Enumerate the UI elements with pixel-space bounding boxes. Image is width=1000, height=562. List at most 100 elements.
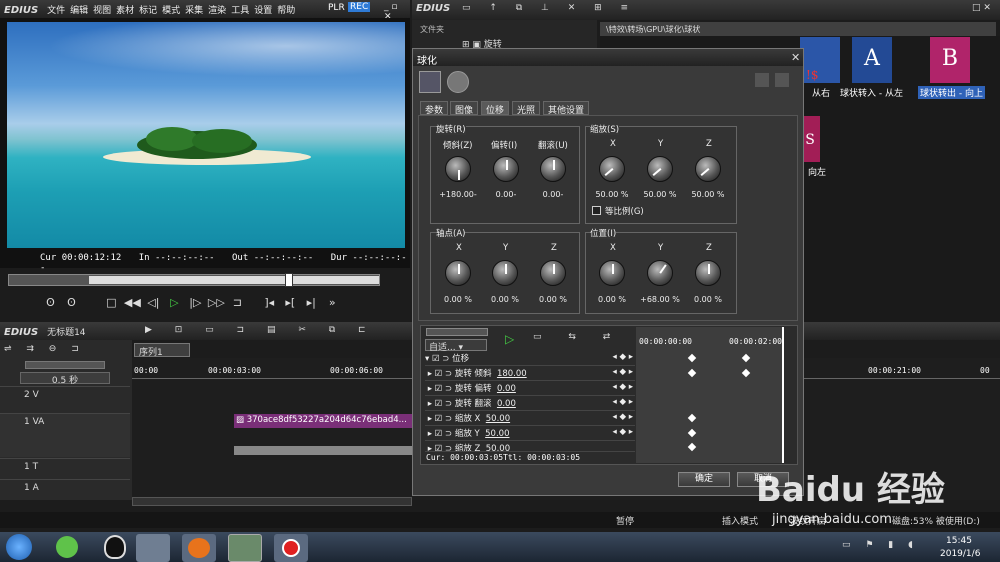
- fx-thumb-from-right[interactable]: !$: [800, 37, 840, 83]
- replace-icon[interactable]: ▸|: [303, 296, 320, 310]
- taskbar-qq-icon[interactable]: [104, 535, 126, 559]
- menu-file[interactable]: 文件: [47, 6, 65, 16]
- tab-lighting[interactable]: 光照: [512, 101, 541, 116]
- position-title: 位置(I): [590, 227, 617, 239]
- kf-zoom-slider[interactable]: [426, 328, 488, 336]
- menu-render[interactable]: 渲染: [208, 6, 226, 16]
- menu-tools[interactable]: 工具: [231, 6, 249, 16]
- fx-thumb-sphere-in-left[interactable]: A: [852, 37, 892, 83]
- cur-timecode: 00:00:12:12: [61, 253, 122, 263]
- fx-label-to-left: 向左: [808, 168, 827, 178]
- dialog-close-icon[interactable]: ✕: [791, 51, 800, 64]
- tab-other-settings[interactable]: 其他设置: [543, 101, 590, 116]
- plr-button[interactable]: PLR: [328, 3, 345, 13]
- menu-settings[interactable]: 设置: [254, 6, 272, 16]
- timeline-scrollbar[interactable]: [132, 497, 412, 506]
- track-tool-icons[interactable]: ⇌ ⇉ ⊖ ⊐: [4, 344, 85, 354]
- kf-row-tilt[interactable]: ▸ ☑ ⊃ 旋转 倾斜 180.00 ◂ ◆ ▸: [425, 367, 635, 381]
- play-icon[interactable]: ▷: [166, 296, 183, 310]
- tab-position[interactable]: 位移: [481, 101, 510, 116]
- pivot-y-knob[interactable]: [492, 260, 518, 286]
- taskbar-360-icon[interactable]: [56, 536, 78, 558]
- track-header-2v[interactable]: 2 V: [0, 386, 130, 412]
- taskbar-edius-icon[interactable]: [228, 534, 262, 562]
- sphere-preset-icon[interactable]: [447, 71, 469, 93]
- tray-time[interactable]: 15:45: [946, 536, 972, 546]
- kf-row-scale-x[interactable]: ▸ ☑ ⊃ 缩放 X 50.00 ◂ ◆ ▸: [425, 412, 635, 426]
- palette-icon[interactable]: [419, 71, 441, 93]
- fast-forward-icon[interactable]: ▷▷: [208, 296, 225, 310]
- rec-button[interactable]: REC: [348, 2, 371, 12]
- step-back-icon[interactable]: ◁|: [145, 296, 162, 310]
- pos-x-knob[interactable]: [599, 260, 625, 286]
- dialog-title: 球化: [417, 56, 437, 67]
- edius-logo: EDIUS: [4, 5, 39, 16]
- zoom-slider[interactable]: [25, 361, 105, 369]
- tab-image[interactable]: 图像: [450, 101, 479, 116]
- fx-thumb-sphere-out-up[interactable]: B: [930, 37, 970, 83]
- track-header-1a[interactable]: 1 A: [0, 479, 130, 497]
- sequence-tab[interactable]: 序列1: [134, 343, 190, 358]
- roll-knob[interactable]: [540, 156, 566, 182]
- ok-button[interactable]: 确定: [678, 472, 730, 487]
- timeline-edius-logo: EDIUS: [4, 327, 39, 338]
- menu-help[interactable]: 帮助: [277, 6, 295, 16]
- tilt-knob[interactable]: [445, 156, 471, 182]
- kf-play-icon[interactable]: ▷: [505, 332, 514, 346]
- clip-audio[interactable]: [234, 446, 412, 455]
- pivot-x-knob[interactable]: [445, 260, 471, 286]
- kf-mode-select[interactable]: 自适... ▾: [425, 339, 487, 353]
- timeline-clip[interactable]: ▨ 370ace8df53227a204d64c76ebad4...: [234, 414, 412, 428]
- bin-tool-icons[interactable]: ▭ ↑ ⧉ ⊥ ✕ ⊞ ≡: [462, 3, 636, 13]
- scale-y-knob[interactable]: [647, 156, 673, 182]
- redo-icon[interactable]: [775, 73, 789, 87]
- menu-clip[interactable]: 素材: [116, 6, 134, 16]
- menu-mode[interactable]: 模式: [162, 6, 180, 16]
- overwrite-icon[interactable]: ▸[: [282, 296, 299, 310]
- step-forward-icon[interactable]: |▷: [187, 296, 204, 310]
- track-header-1t[interactable]: 1 T: [0, 458, 130, 478]
- tilt-label: 倾斜(Z): [443, 141, 473, 151]
- tray-icons[interactable]: ▭ ⚑ ▮ ◖: [842, 540, 919, 550]
- loop-icon[interactable]: ⊐: [229, 296, 246, 310]
- yaw-knob[interactable]: [493, 156, 519, 182]
- taskbar-firefox-icon[interactable]: [182, 534, 216, 562]
- zoom-control[interactable]: 0.5 秒: [20, 372, 110, 386]
- menu-marker[interactable]: 标记: [139, 6, 157, 16]
- menu-capture[interactable]: 采集: [185, 6, 203, 16]
- bin-window-buttons[interactable]: □ ✕: [972, 3, 991, 13]
- start-button[interactable]: [6, 534, 32, 560]
- kf-ttl: Ttl: 00:00:03:05: [503, 453, 581, 462]
- kf-row-root[interactable]: ▾ ☑ ⊃ 位移 ◂ ◆ ▸: [425, 352, 635, 366]
- kf-row-yaw[interactable]: ▸ ☑ ⊃ 旋转 偏转 0.00 ◂ ◆ ▸: [425, 382, 635, 396]
- track-header-1va[interactable]: 1 VA: [0, 413, 130, 457]
- scale-z-label: Z: [706, 139, 712, 149]
- proportional-checkbox[interactable]: [592, 206, 601, 215]
- more-icon[interactable]: »: [324, 296, 341, 310]
- insert-icon[interactable]: ]◂: [261, 296, 278, 310]
- taskbar-explorer-icon[interactable]: [136, 534, 170, 562]
- kf-cursor[interactable]: [782, 327, 784, 463]
- set-out-button[interactable]: ʘ: [63, 296, 80, 310]
- tray-date[interactable]: 2019/1/6: [940, 549, 980, 559]
- tab-params[interactable]: 参数: [420, 101, 449, 116]
- kf-row-scale-y[interactable]: ▸ ☑ ⊃ 缩放 Y 50.00 ◂ ◆ ▸: [425, 427, 635, 441]
- folder-header: 文件夹: [420, 25, 444, 34]
- playhead-handle[interactable]: [285, 273, 293, 287]
- stop-icon[interactable]: □: [103, 296, 120, 310]
- scale-x-knob[interactable]: [599, 156, 625, 182]
- scale-z-knob[interactable]: [695, 156, 721, 182]
- kf-row-roll[interactable]: ▸ ☑ ⊃ 旋转 翻滚 0.00 ◂ ◆ ▸: [425, 397, 635, 411]
- menu-edit[interactable]: 编辑: [70, 6, 88, 16]
- pivot-z-knob[interactable]: [540, 260, 566, 286]
- pos-y-knob[interactable]: [647, 260, 673, 286]
- menu-view[interactable]: 视图: [93, 6, 111, 16]
- kf-row-scale-z[interactable]: ▸ ☑ ⊃ 缩放 Z 50.00: [425, 442, 635, 452]
- rewind-icon[interactable]: ◀◀: [124, 296, 141, 310]
- undo-icon[interactable]: [755, 73, 769, 87]
- timeline-tool-icons[interactable]: ▶ ⊡ ▭ ⊐ ▤ ✂ ⧉ ⊏: [145, 325, 376, 335]
- taskbar-record-icon[interactable]: [274, 534, 308, 562]
- scrub-bar[interactable]: [8, 273, 380, 287]
- set-in-button[interactable]: ʘ: [42, 296, 59, 310]
- pos-z-knob[interactable]: [695, 260, 721, 286]
